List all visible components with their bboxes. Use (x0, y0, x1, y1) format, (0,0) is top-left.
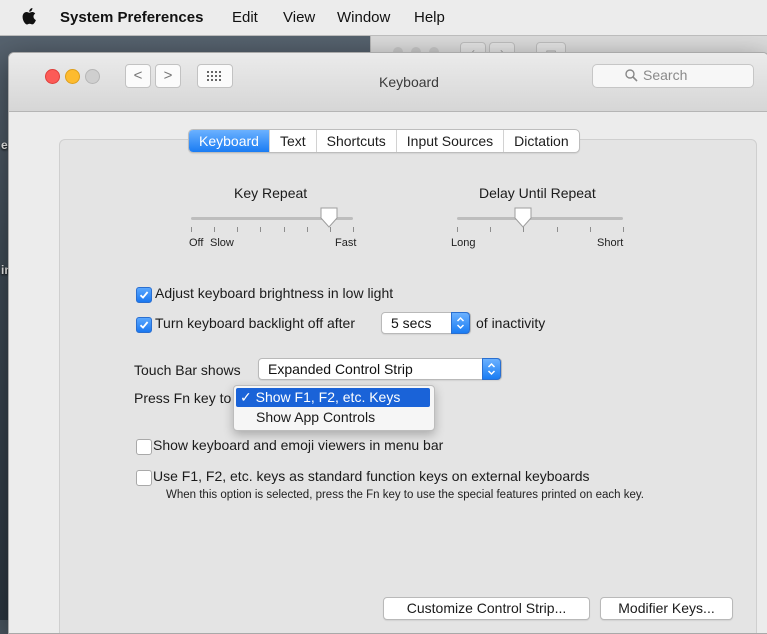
search-field[interactable]: Search (592, 64, 754, 88)
backlight-label[interactable]: Turn keyboard backlight off after (155, 315, 355, 331)
function-keys-note: When this option is selected, press the … (166, 489, 644, 501)
back-button[interactable]: < (125, 64, 151, 88)
menu-window[interactable]: Window (337, 9, 390, 26)
minimize-button[interactable] (65, 69, 80, 84)
key-repeat-fast-label: Fast (335, 237, 357, 249)
slider-tick (556, 227, 558, 232)
menu-view[interactable]: View (283, 9, 315, 26)
slider-tick (191, 227, 192, 232)
backlight-timeout-value: 5 secs (391, 315, 432, 331)
key-repeat-off-label: Off (189, 237, 204, 249)
viewers-checkbox[interactable] (136, 439, 152, 455)
function-keys-checkbox[interactable] (136, 470, 152, 486)
menu-option-show-app-controls[interactable]: Show App Controls (236, 408, 430, 427)
key-repeat-label: Key Repeat (234, 185, 308, 201)
backlight-checkbox[interactable] (136, 317, 152, 333)
menu-help[interactable]: Help (414, 9, 445, 26)
slider-tick (283, 227, 285, 232)
slider-tick (260, 227, 262, 232)
grid-icon (207, 71, 221, 81)
slider-tick (589, 227, 591, 232)
fn-key-label: Press Fn key to (134, 390, 232, 406)
function-keys-label[interactable]: Use F1, F2, etc. keys as standard functi… (153, 468, 590, 484)
menu-bar: System Preferences Edit View Window Help (0, 0, 767, 36)
tab-keyboard[interactable]: Keyboard (189, 130, 269, 152)
backlight-timeout-popup[interactable]: 5 secs (381, 312, 471, 334)
tab-dictation[interactable]: Dictation (503, 130, 578, 152)
menu-app-name[interactable]: System Preferences (60, 9, 203, 26)
slider-tick (214, 227, 216, 232)
zoom-button[interactable] (85, 69, 100, 84)
tab-bar: Keyboard Text Shortcuts Input Sources Di… (188, 129, 580, 153)
apple-icon[interactable] (22, 7, 36, 25)
slider-tick (623, 227, 624, 232)
inactivity-label: of inactivity (476, 315, 546, 331)
tab-shortcuts[interactable]: Shortcuts (315, 130, 396, 152)
popup-arrows-icon (451, 312, 470, 334)
slider-tick (457, 227, 458, 232)
slider-tick (490, 227, 492, 232)
forward-button[interactable]: > (155, 64, 181, 88)
menu-option-label: Show App Controls (256, 409, 376, 425)
brightness-checkbox[interactable] (136, 287, 152, 303)
delay-long-label: Long (451, 237, 476, 249)
delay-short-label: Short (597, 237, 624, 249)
tab-text[interactable]: Text (268, 130, 316, 152)
customize-control-strip-button[interactable]: Customize Control Strip... (383, 597, 590, 620)
fn-key-dropdown-menu: ✓ Show F1, F2, etc. Keys Show App Contro… (233, 385, 435, 431)
menu-option-label: ✓ Show F1, F2, etc. Keys (240, 389, 401, 405)
touch-bar-label: Touch Bar shows (134, 362, 241, 378)
viewers-label[interactable]: Show keyboard and emoji viewers in menu … (153, 437, 443, 453)
window-title: Keyboard (379, 74, 439, 90)
slider-tick (237, 227, 239, 232)
menu-option-show-function-keys[interactable]: ✓ Show F1, F2, etc. Keys (236, 388, 430, 407)
brightness-label[interactable]: Adjust keyboard brightness in low light (155, 285, 393, 301)
delay-until-repeat-label: Delay Until Repeat (479, 185, 596, 201)
checkmark-icon (139, 291, 149, 299)
modifier-keys-button[interactable]: Modifier Keys... (600, 597, 733, 620)
touch-bar-value: Expanded Control Strip (268, 361, 413, 377)
search-placeholder: Search (643, 67, 688, 83)
slider-tick (306, 227, 308, 232)
key-repeat-slider-thumb[interactable] (319, 207, 339, 229)
key-repeat-slow-label: Slow (210, 237, 234, 249)
touch-bar-popup[interactable]: Expanded Control Strip (258, 358, 502, 380)
show-all-button[interactable] (197, 64, 233, 88)
delay-until-repeat-slider[interactable] (457, 217, 623, 220)
delay-until-repeat-slider-thumb[interactable] (513, 207, 533, 229)
search-icon (625, 69, 638, 82)
title-bar: < > Keyboard Search (9, 53, 767, 112)
popup-arrows-icon (482, 358, 501, 380)
keyboard-preferences-window: < > Keyboard Search Keyboard Text Shortc… (8, 52, 767, 634)
checkmark-icon (139, 321, 149, 329)
menu-edit[interactable]: Edit (232, 9, 258, 26)
close-button[interactable] (45, 69, 60, 84)
slider-tick (353, 227, 354, 232)
tab-input-sources[interactable]: Input Sources (395, 130, 503, 152)
